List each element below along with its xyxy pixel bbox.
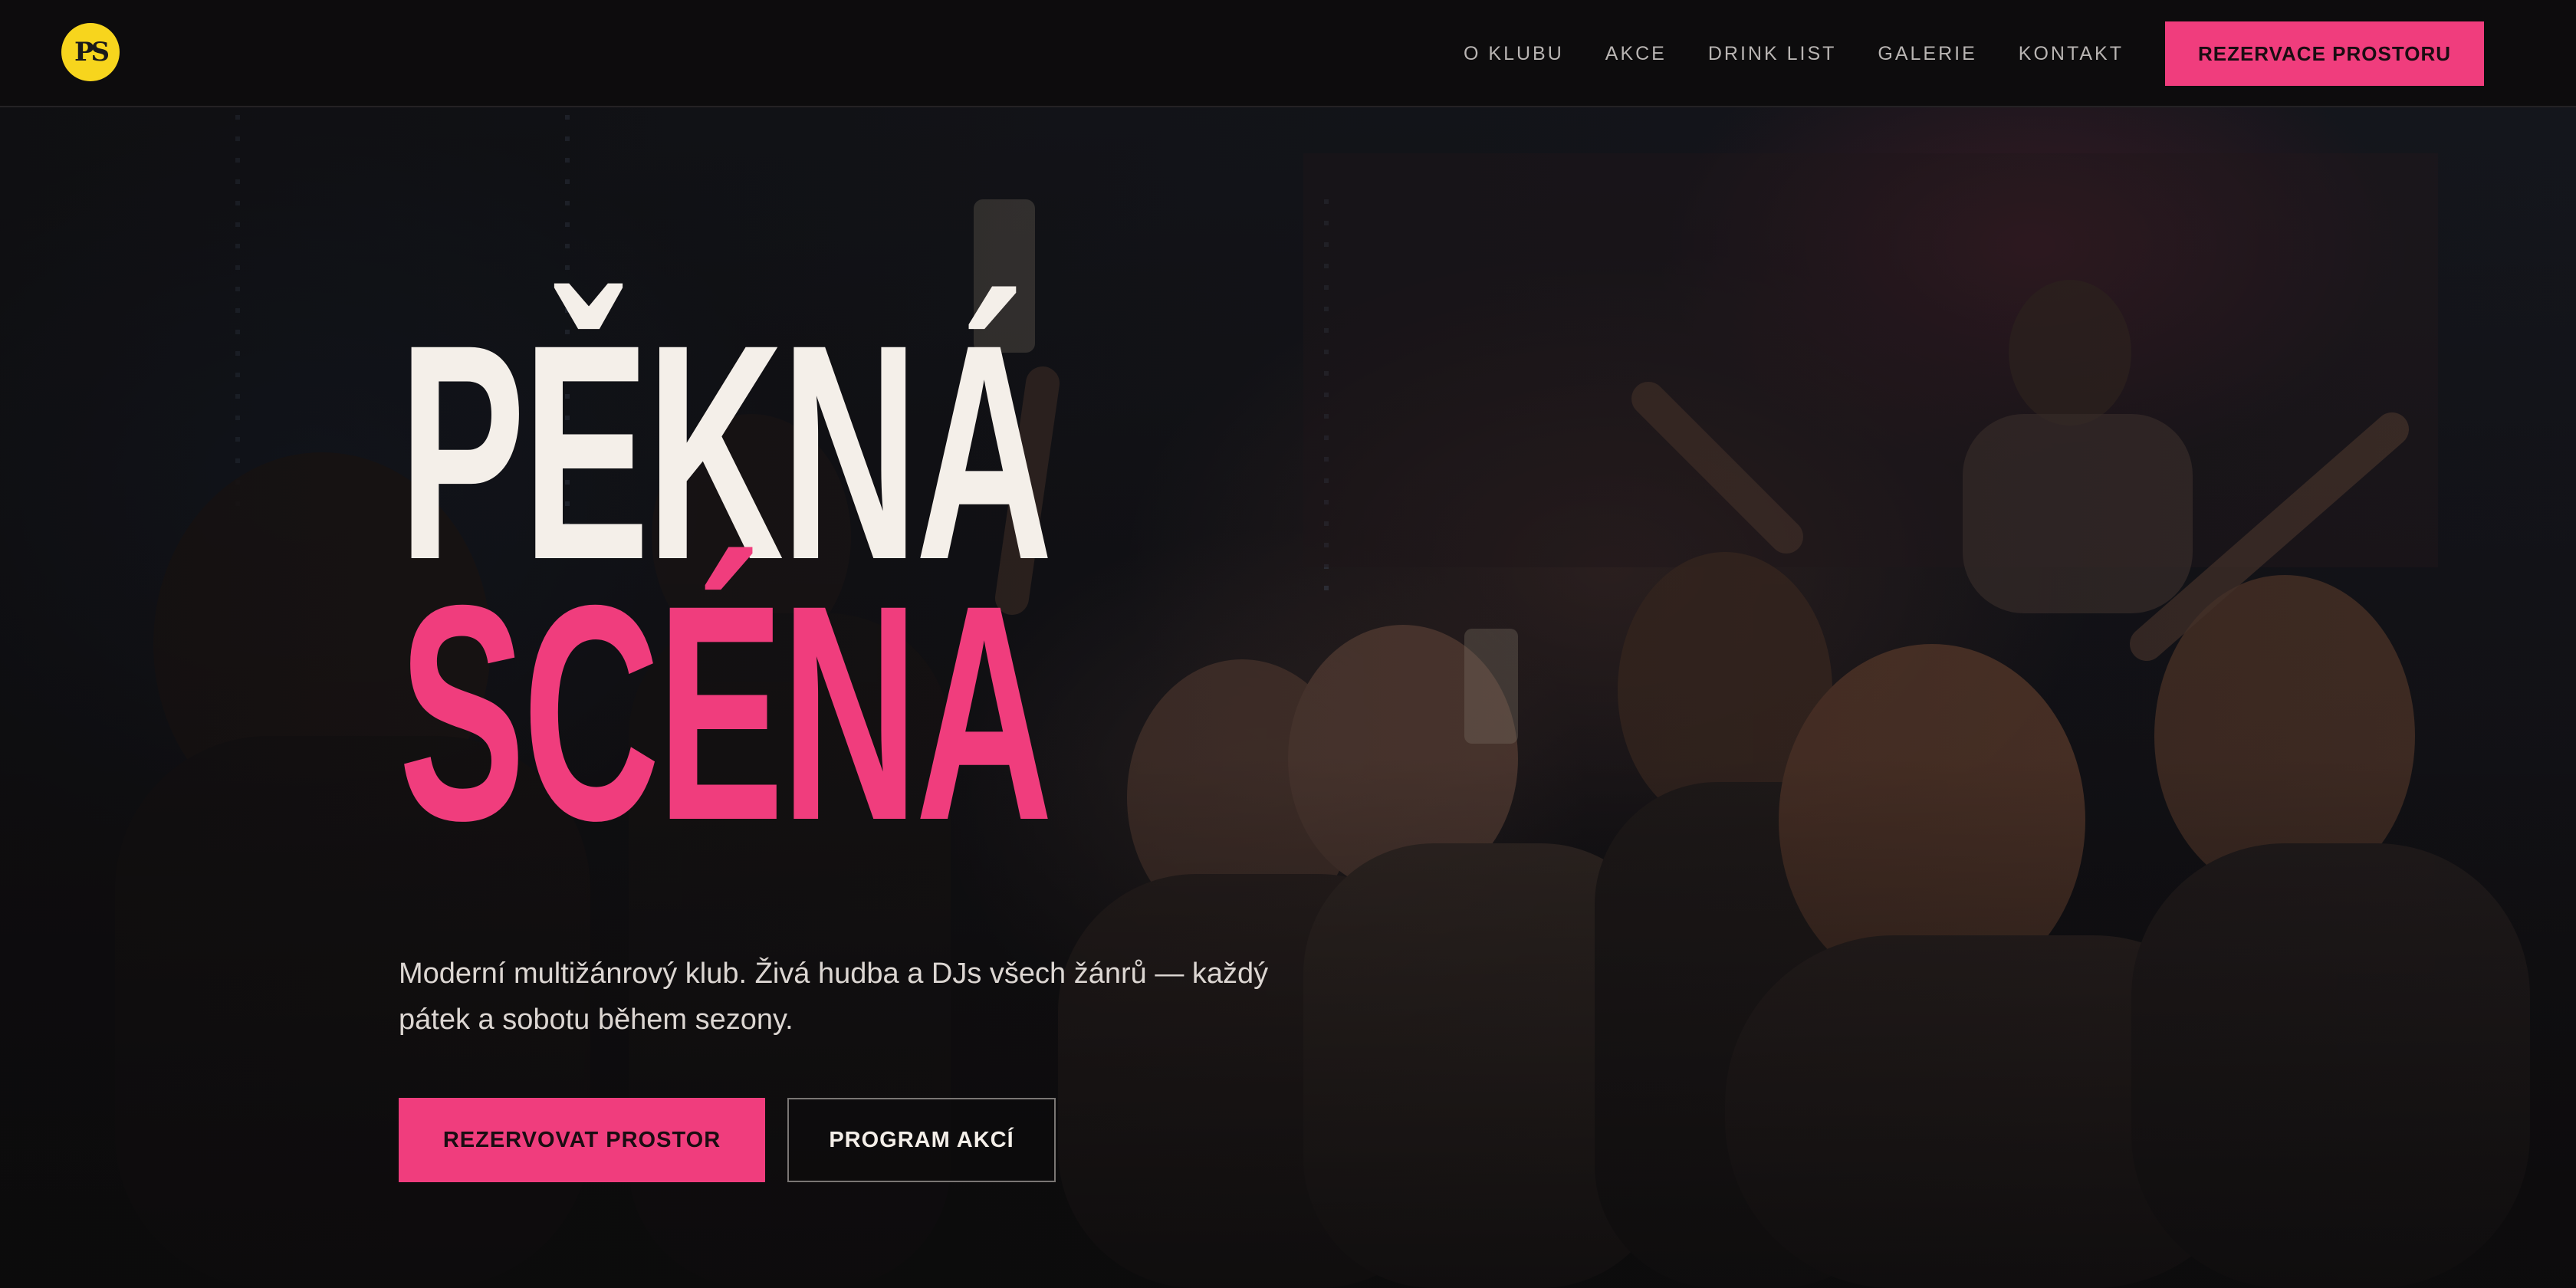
- nav-link-drink-list[interactable]: DRINK LIST: [1708, 43, 1837, 65]
- hero-title: PĚKNÁ SCÉNA: [399, 299, 1053, 884]
- hero-title-line-2: SCÉNA: [399, 541, 1053, 884]
- logo-mark-icon: PS: [74, 37, 110, 67]
- nav-link-akce[interactable]: AKCE: [1605, 43, 1667, 65]
- nav-link-galerie[interactable]: GALERIE: [1878, 43, 1976, 65]
- nav-link-kontakt[interactable]: KONTAKT: [2019, 43, 2124, 65]
- hero-dark-overlay: [0, 107, 2576, 1288]
- reserve-space-button[interactable]: REZERVOVAT PROSTOR: [399, 1098, 765, 1182]
- logo[interactable]: PS: [61, 23, 120, 81]
- nav-link-o-klubu[interactable]: O KLUBU: [1464, 43, 1564, 65]
- hero-subtitle: Moderní multižánrový klub. Živá hudba a …: [399, 958, 1269, 1036]
- reservation-cta-button[interactable]: REZERVACE PROSTORU: [2165, 21, 2484, 86]
- main-nav: O KLUBU AKCE DRINK LIST GALERIE KONTAKT …: [1464, 21, 2484, 86]
- site-header: PS O KLUBU AKCE DRINK LIST GALERIE KONTA…: [0, 0, 2576, 107]
- events-program-button[interactable]: PROGRAM AKCÍ: [787, 1098, 1056, 1182]
- landing-page: PS O KLUBU AKCE DRINK LIST GALERIE KONTA…: [0, 0, 2576, 1288]
